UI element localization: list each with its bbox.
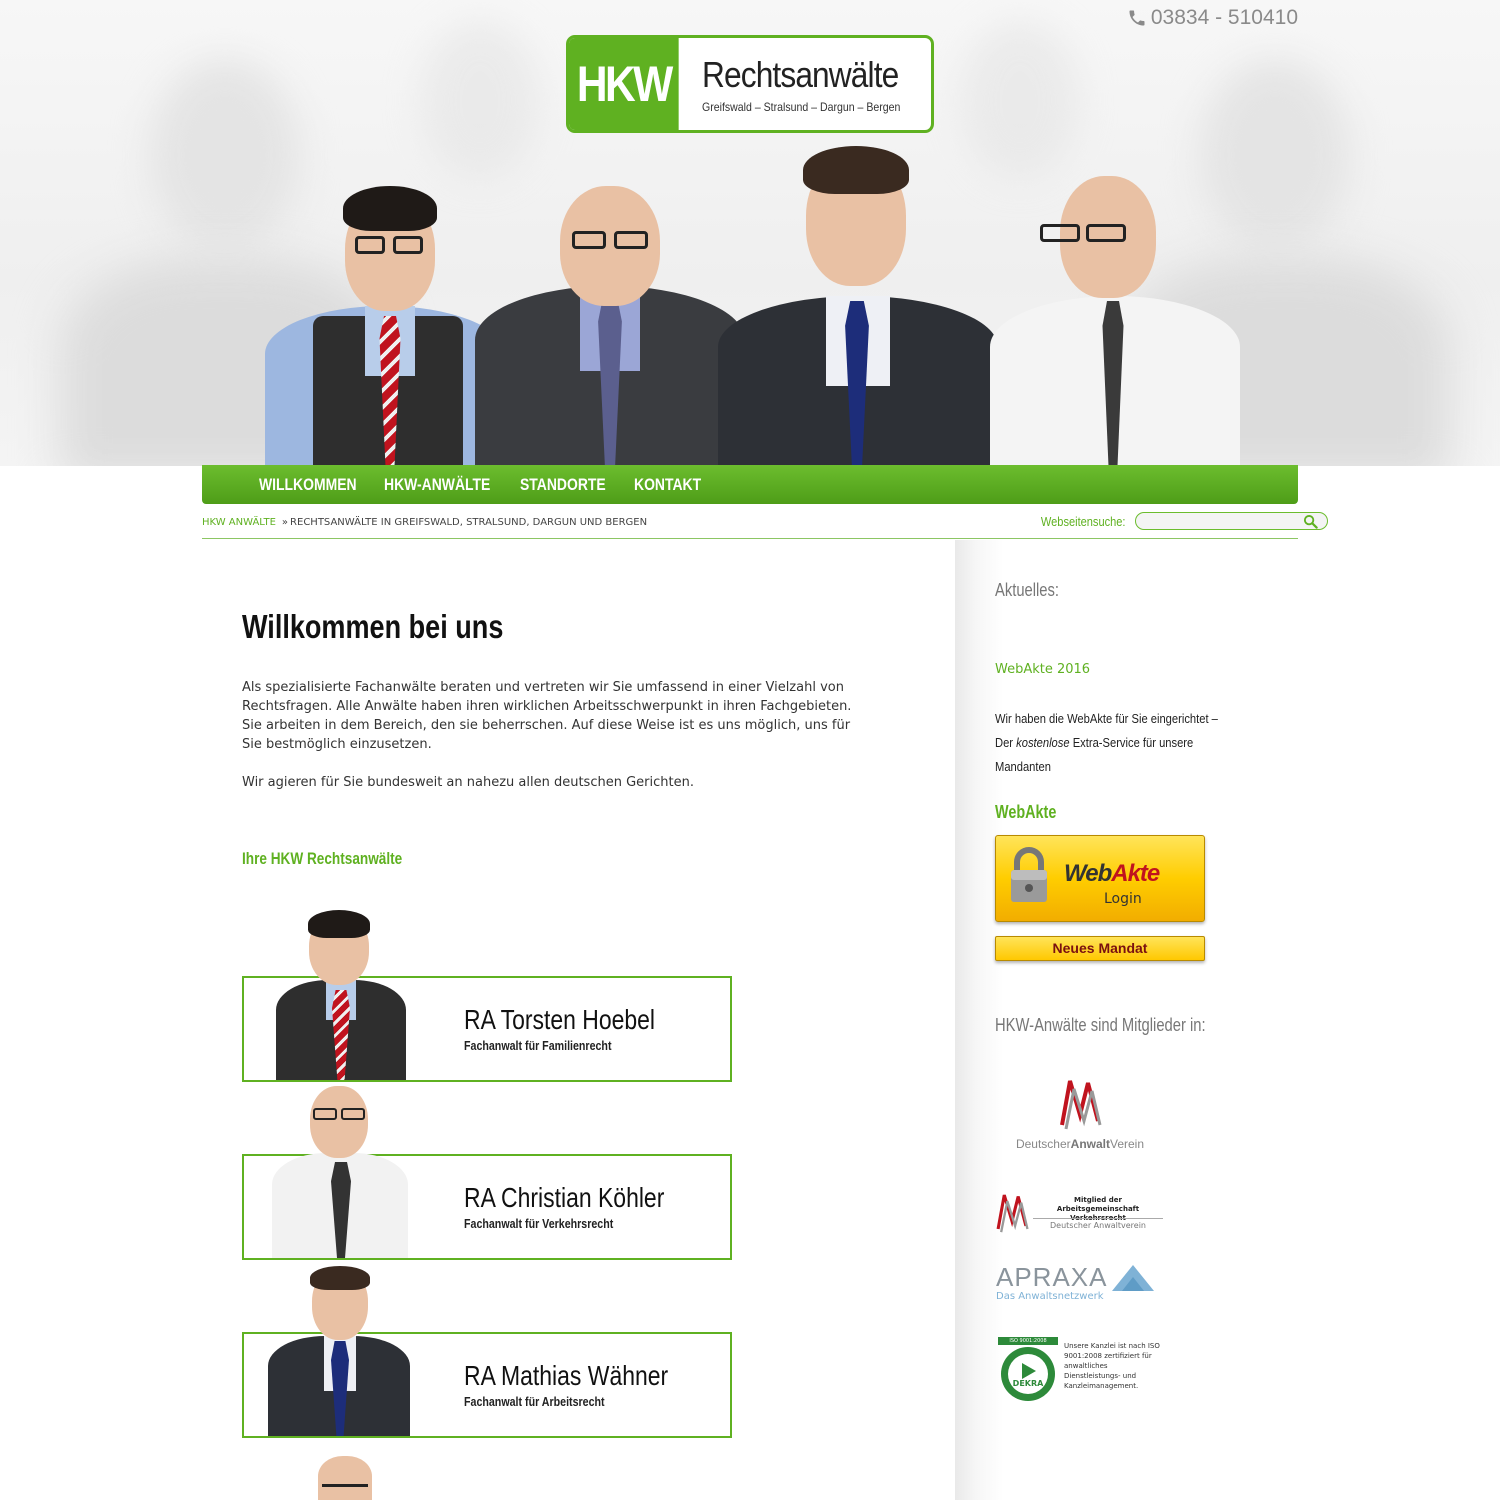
- dav-text: DeutscherAnwaltVerein: [1010, 1137, 1150, 1151]
- lawyer-specialty: Fachanwalt für Arbeitsrecht: [464, 1394, 605, 1409]
- breadcrumb: HKW ANWÄLTE » RECHTSANWÄLTE IN GREIFSWAL…: [202, 517, 647, 528]
- main-nav: WILLKOMMEN HKW-ANWÄLTE STANDORTE KONTAKT: [202, 465, 1298, 504]
- webakte-word-akte: Akte: [1111, 860, 1160, 887]
- phone-icon: [1129, 10, 1145, 26]
- header-divider: [202, 538, 1298, 539]
- page-title: Willkommen bei uns: [242, 608, 504, 645]
- lawyer-card[interactable]: RA Mathias Wähner Fachanwalt für Arbeits…: [242, 1266, 732, 1438]
- lawyer-name: RA Mathias Wähner: [464, 1360, 669, 1391]
- nav-item-hkw-anwaelte[interactable]: HKW-ANWÄLTE: [384, 475, 496, 495]
- hero-banner: 03834 - 510410 HKW Rechtsanwälte Greifsw…: [0, 0, 1500, 466]
- webakte-login-label: Login: [1104, 891, 1142, 907]
- news-link-webakte[interactable]: WebAkte 2016: [995, 662, 1090, 677]
- dekra-certificate-logo[interactable]: ISO 9001:2008 DEKRA Unsere Kanzlei ist n…: [996, 1337, 1162, 1403]
- logo-title: Rechtsanwälte: [702, 54, 899, 95]
- apraxa-subtext: Das Anwaltsnetzwerk: [996, 1291, 1104, 1302]
- padlock-icon: [1011, 847, 1047, 902]
- dav-text-part: Deutscher: [1015, 1137, 1071, 1151]
- apraxa-logo[interactable]: APRAXA Das Anwaltsnetzwerk: [996, 1262, 1166, 1306]
- logo-mark: HKW: [569, 38, 679, 130]
- breadcrumb-separator: »: [281, 517, 289, 528]
- webakte-heading: WebAkte: [995, 802, 1057, 822]
- hero-person-3: [718, 136, 998, 466]
- logo-subtitle: Greifswald – Stralsund – Dargun – Bergen: [702, 100, 901, 114]
- search-label: Webseitensuche:: [1040, 513, 1126, 529]
- phone-number[interactable]: 03834 - 510410: [1127, 6, 1298, 30]
- breadcrumb-current: RECHTSANWÄLTE IN GREIFSWALD, STRALSUND, …: [290, 517, 648, 528]
- arge-verkehrsrecht-logo[interactable]: Mitglied der Arbeitsgemeinschaft Verkehr…: [995, 1190, 1165, 1236]
- lawyer-specialty: Fachanwalt für Familienrecht: [464, 1038, 612, 1053]
- hero-person-4: [990, 176, 1240, 466]
- lawyer-photo: [264, 1266, 414, 1436]
- intro-paragraph: Als spezialisierte Fachanwälte beraten u…: [242, 680, 852, 752]
- nav-item-kontakt[interactable]: KONTAKT: [634, 475, 716, 495]
- breadcrumb-home[interactable]: HKW ANWÄLTE: [202, 517, 276, 528]
- lawyer-photo: [264, 910, 414, 1080]
- intro-paragraph: Wir agieren für Sie bundesweit an nahezu…: [242, 775, 694, 790]
- hero-person-2: [475, 186, 745, 466]
- nav-item-willkommen[interactable]: WILLKOMMEN: [259, 475, 362, 495]
- webakte-word-web: Web: [1064, 860, 1112, 887]
- search-box: [1134, 512, 1328, 534]
- lawyer-name: RA Torsten Hoebel: [464, 1004, 656, 1035]
- dav-emblem-icon: [996, 1194, 1029, 1233]
- intro-text: Als spezialisierte Fachanwälte beraten u…: [242, 678, 852, 792]
- lawyer-photo: [264, 1086, 414, 1258]
- phone-text: 03834 - 510410: [1150, 6, 1298, 29]
- dav-text-bold: Anwalt: [1070, 1137, 1110, 1151]
- hero-person-1: [265, 166, 505, 466]
- site-search: Webseitensuche:: [1026, 512, 1328, 534]
- mountain-icon: [1111, 1264, 1154, 1291]
- lawyer-name: RA Christian Köhler: [464, 1182, 665, 1213]
- dav-logo[interactable]: DeutscherAnwaltVerein: [1010, 1075, 1150, 1160]
- dav-emblem-icon: [1060, 1080, 1102, 1130]
- new-mandate-button[interactable]: Neues Mandat: [995, 936, 1205, 961]
- news-text: Wir haben die WebAkte für Sie eingericht…: [995, 707, 1219, 779]
- news-text-emphasis: kostenlose: [1016, 735, 1070, 750]
- webakte-wordmark: WebAkte: [1064, 860, 1160, 888]
- dekra-iso-label: ISO 9001:2008: [1009, 1338, 1047, 1344]
- dav-text-part: Verein: [1110, 1137, 1145, 1151]
- site-logo[interactable]: HKW Rechtsanwälte Greifswald – Stralsund…: [566, 35, 934, 133]
- lawyer-card[interactable]: RA Christian Köhler Fachanwalt für Verke…: [242, 1086, 732, 1260]
- lawyer-card[interactable]: RA Torsten Hoebel Fachanwalt für Familie…: [242, 910, 732, 1082]
- search-input[interactable]: [1143, 517, 1304, 534]
- memberships-heading: HKW-Anwälte sind Mitglieder in:: [995, 1015, 1206, 1035]
- dekra-text: Unsere Kanzlei ist nach ISO 9001:2008 ze…: [1064, 1342, 1160, 1390]
- search-icon[interactable]: [1303, 514, 1318, 529]
- glasses-partial: [322, 1484, 368, 1494]
- webakte-login-button[interactable]: WebAkte Login: [995, 835, 1205, 922]
- apraxa-wordmark: APRAXA: [996, 1262, 1108, 1292]
- arge-subtext: Deutscher Anwaltverein: [1033, 1218, 1163, 1230]
- lawyer-specialty: Fachanwalt für Verkehrsrecht: [464, 1216, 614, 1231]
- nav-item-standorte[interactable]: STANDORTE: [520, 475, 613, 495]
- dekra-brand: DEKRA: [1012, 1379, 1044, 1388]
- news-heading: Aktuelles:: [995, 580, 1059, 600]
- dekra-seal-icon: [998, 1337, 1058, 1401]
- lawyers-heading: Ihre HKW Rechtsanwälte: [242, 849, 403, 868]
